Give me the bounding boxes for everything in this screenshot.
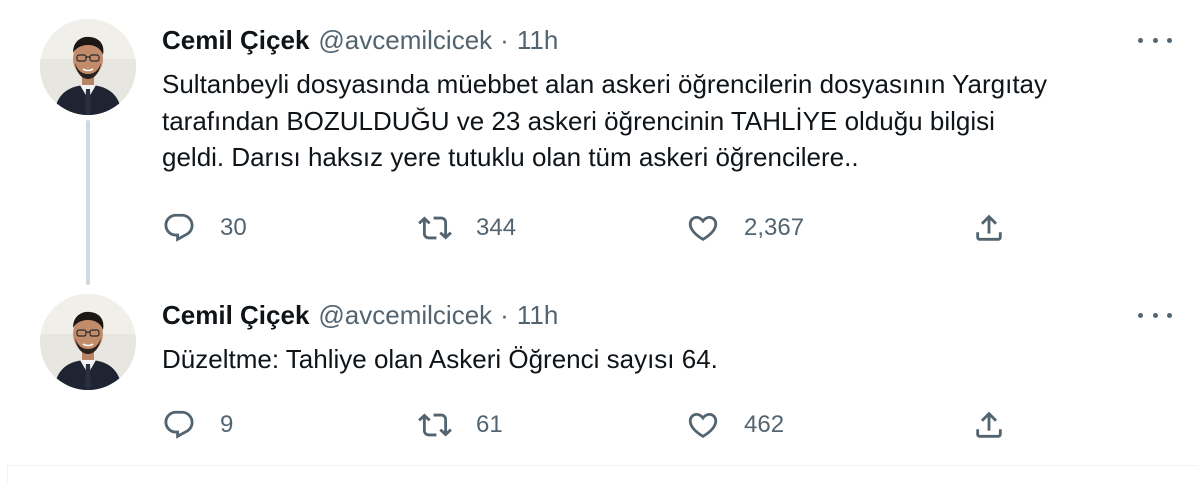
reply-count: 30 bbox=[220, 214, 247, 241]
more-icon[interactable] bbox=[1138, 28, 1172, 52]
retweet-icon bbox=[418, 413, 452, 437]
retweet-button[interactable]: 344 bbox=[418, 208, 516, 248]
retweet-icon bbox=[418, 216, 452, 240]
avatar-image bbox=[40, 294, 136, 390]
tweet-text: Sultanbeyli dosyasında müebbet alan aske… bbox=[162, 69, 1048, 172]
like-count: 2,367 bbox=[744, 214, 805, 241]
author-name[interactable]: Cemil Çiçek bbox=[162, 25, 309, 56]
author-name[interactable]: Cemil Çiçek bbox=[162, 300, 309, 331]
share-icon bbox=[976, 214, 1002, 241]
retweet-button[interactable]: 61 bbox=[418, 405, 503, 445]
author-handle[interactable]: @avcemilcicek bbox=[318, 300, 492, 331]
retweet-count: 61 bbox=[476, 411, 503, 438]
tweet-header: Cemil Çiçek @avcemilcicek · 11h bbox=[162, 297, 558, 333]
like-button[interactable]: 2,367 bbox=[686, 208, 804, 248]
tweet-actions: 9 61 462 bbox=[162, 405, 1172, 445]
share-button[interactable] bbox=[972, 405, 1006, 445]
share-button[interactable] bbox=[972, 208, 1006, 248]
reply-button[interactable]: 30 bbox=[162, 208, 247, 248]
heart-icon bbox=[688, 412, 718, 438]
author-handle[interactable]: @avcemilcicek bbox=[318, 25, 492, 56]
like-count: 462 bbox=[744, 411, 785, 438]
tweet-text: Düzeltme: Tahliye olan Askeri Öğrenci sa… bbox=[162, 344, 718, 374]
avatar[interactable] bbox=[40, 19, 136, 115]
heart-icon bbox=[688, 215, 718, 241]
tweet-timestamp[interactable]: 11h bbox=[517, 300, 558, 331]
tweet[interactable]: Cemil Çiçek @avcemilcicek · 11h Düzeltme… bbox=[0, 285, 1198, 465]
tweet-header: Cemil Çiçek @avcemilcicek · 11h bbox=[162, 22, 558, 58]
reply-button[interactable]: 9 bbox=[162, 405, 233, 445]
separator-dot: · bbox=[500, 24, 509, 55]
reply-icon bbox=[164, 410, 194, 439]
reply-count: 9 bbox=[220, 411, 234, 438]
more-icon[interactable] bbox=[1138, 303, 1172, 327]
retweet-count: 344 bbox=[476, 214, 517, 241]
share-icon bbox=[976, 411, 1002, 438]
tweet-divider bbox=[8, 465, 1198, 466]
like-button[interactable]: 462 bbox=[686, 405, 784, 445]
thread-connector-line bbox=[86, 120, 90, 285]
tweet-actions: 30 344 2,367 bbox=[162, 208, 1172, 248]
tweet-thread: Cemil Çiçek @avcemilcicek · 11h Sultanbe… bbox=[0, 0, 1198, 482]
avatar-image bbox=[40, 19, 136, 115]
reply-icon bbox=[164, 213, 194, 242]
tweet-timestamp[interactable]: 11h bbox=[517, 25, 558, 56]
tweet[interactable]: Cemil Çiçek @avcemilcicek · 11h Sultanbe… bbox=[0, 0, 1198, 285]
avatar[interactable] bbox=[40, 294, 136, 390]
timeline-left-border bbox=[7, 465, 8, 482]
separator-dot: · bbox=[500, 299, 509, 330]
